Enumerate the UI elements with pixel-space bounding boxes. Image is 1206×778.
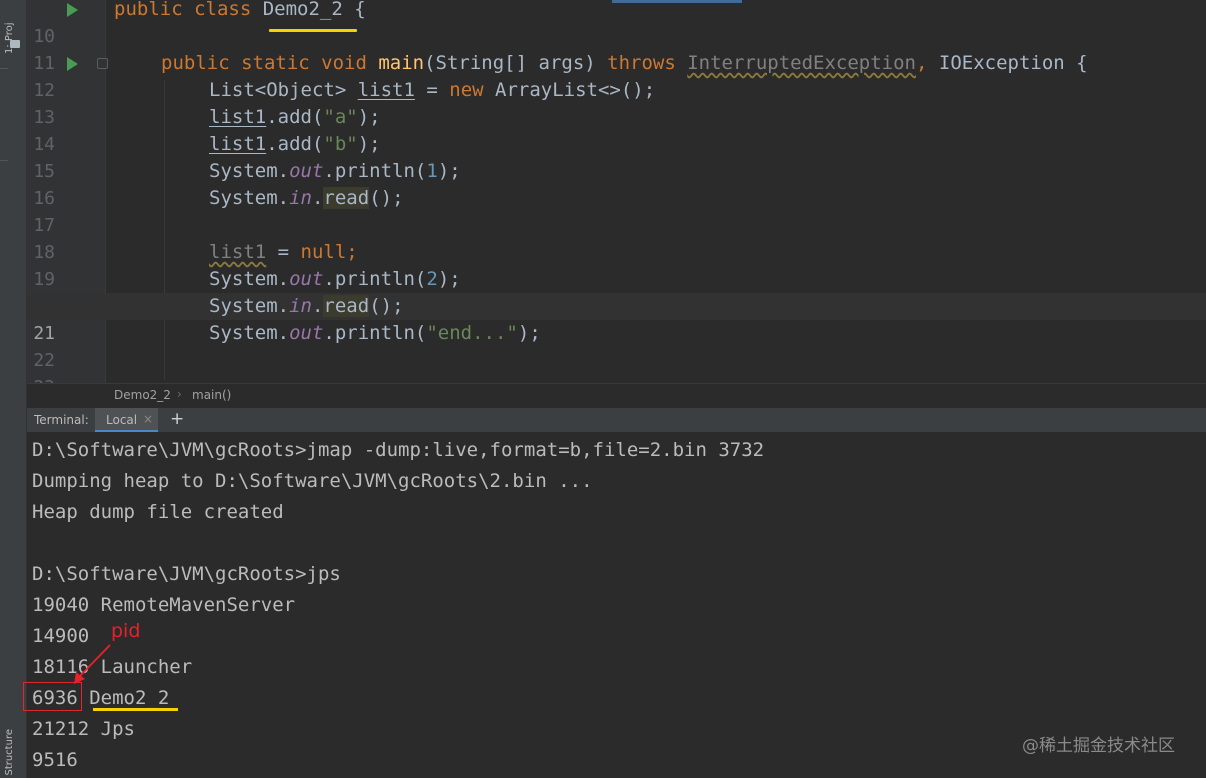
terminal-label: Terminal: [34, 413, 89, 427]
code-line-22[interactable]: 22 System.out.println("end..."); [27, 320, 1206, 371]
breadcrumb: Demo2_2 › main() [27, 383, 1206, 408]
terminal-line: 9516 [32, 749, 78, 771]
line-number: 23 [27, 374, 55, 383]
code-line-15[interactable]: 15 list1.add("b"); [27, 131, 1206, 182]
fold-icon[interactable] [97, 58, 108, 69]
code-line-10[interactable]: 10 public class Demo2_2 { [27, 0, 1206, 47]
left-tool-strip: 1: Proj Structure [0, 0, 27, 778]
code-line-13[interactable]: 13 List<Object> list1 = new ArrayList<>(… [27, 77, 1206, 128]
run-class-icon[interactable] [67, 3, 78, 17]
strip-divider [0, 160, 8, 161]
add-tab-icon[interactable]: + [170, 409, 184, 429]
chevron-right-icon: › [177, 387, 182, 401]
arrow-icon [74, 644, 111, 684]
code-line-14[interactable]: 14 list1.add("a"); [27, 104, 1206, 155]
watermark: @稀土掘金技术社区 [1022, 736, 1175, 756]
class-name: Demo2_2 [262, 0, 343, 20]
tab-local-label: Local [106, 413, 138, 427]
terminal-output[interactable]: D:\Software\JVM\gcRoots>jmap -dump:live,… [23, 432, 1206, 778]
code-line-21-current[interactable]: 21 System.in.read(); [27, 293, 1206, 344]
code-line-19[interactable]: 19 list1 = null; [27, 239, 1206, 290]
code-line-16[interactable]: 16 System.out.println(1); [27, 158, 1206, 209]
strip-divider [0, 68, 8, 69]
code-line-12[interactable]: 12 public static void main(String[] args… [27, 50, 1206, 101]
code-line-17[interactable]: 17 System.in.read(); [27, 185, 1206, 236]
breadcrumb-class[interactable]: Demo2_2 [114, 388, 171, 402]
breadcrumb-method[interactable]: main() [192, 388, 231, 402]
folder-icon [10, 40, 20, 48]
code-editor[interactable]: 10 public class Demo2_2 { 11 12 public s… [27, 0, 1206, 383]
code-line-20[interactable]: 20 System.out.println(2); [27, 266, 1206, 317]
code-line-11[interactable]: 11 [27, 23, 1206, 74]
tab-local[interactable]: Local × [95, 408, 158, 433]
code-line-18[interactable]: 18 [27, 212, 1206, 263]
close-icon[interactable]: × [143, 412, 153, 426]
run-main-icon[interactable] [67, 57, 78, 71]
terminal-header: Terminal: Local × + [27, 407, 1206, 433]
structure-tool-tab[interactable]: Structure [4, 729, 15, 776]
code-line-23[interactable]: 23 [27, 347, 1206, 383]
